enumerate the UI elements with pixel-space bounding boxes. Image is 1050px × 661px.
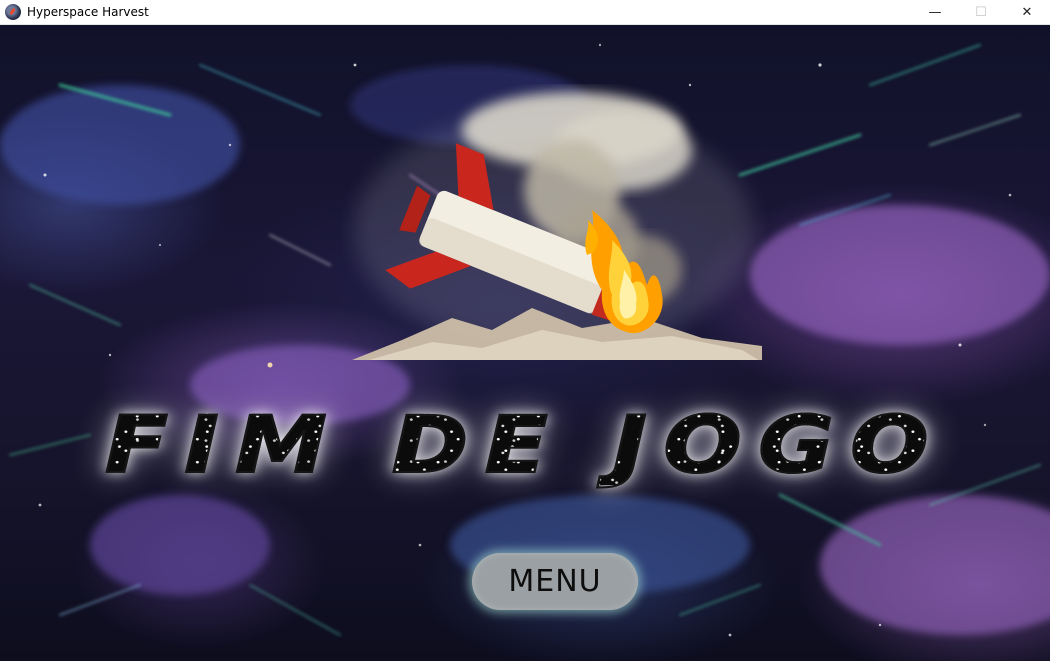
game-viewport: FIM DE JOGO MENU xyxy=(0,25,1050,661)
menu-button[interactable]: MENU xyxy=(472,553,638,610)
app-rocket-icon xyxy=(5,4,21,20)
window-title: Hyperspace Harvest xyxy=(27,5,149,19)
maximize-button[interactable]: ☐ xyxy=(958,0,1004,25)
window-title-bar: Hyperspace Harvest — ☐ ✕ xyxy=(0,0,1050,25)
close-button[interactable]: ✕ xyxy=(1004,0,1050,25)
minimize-button[interactable]: — xyxy=(912,0,958,25)
crashed-rocket-illustration xyxy=(352,92,762,360)
game-over-title: FIM DE JOGO xyxy=(0,406,1050,486)
window-controls: — ☐ ✕ xyxy=(912,0,1050,25)
